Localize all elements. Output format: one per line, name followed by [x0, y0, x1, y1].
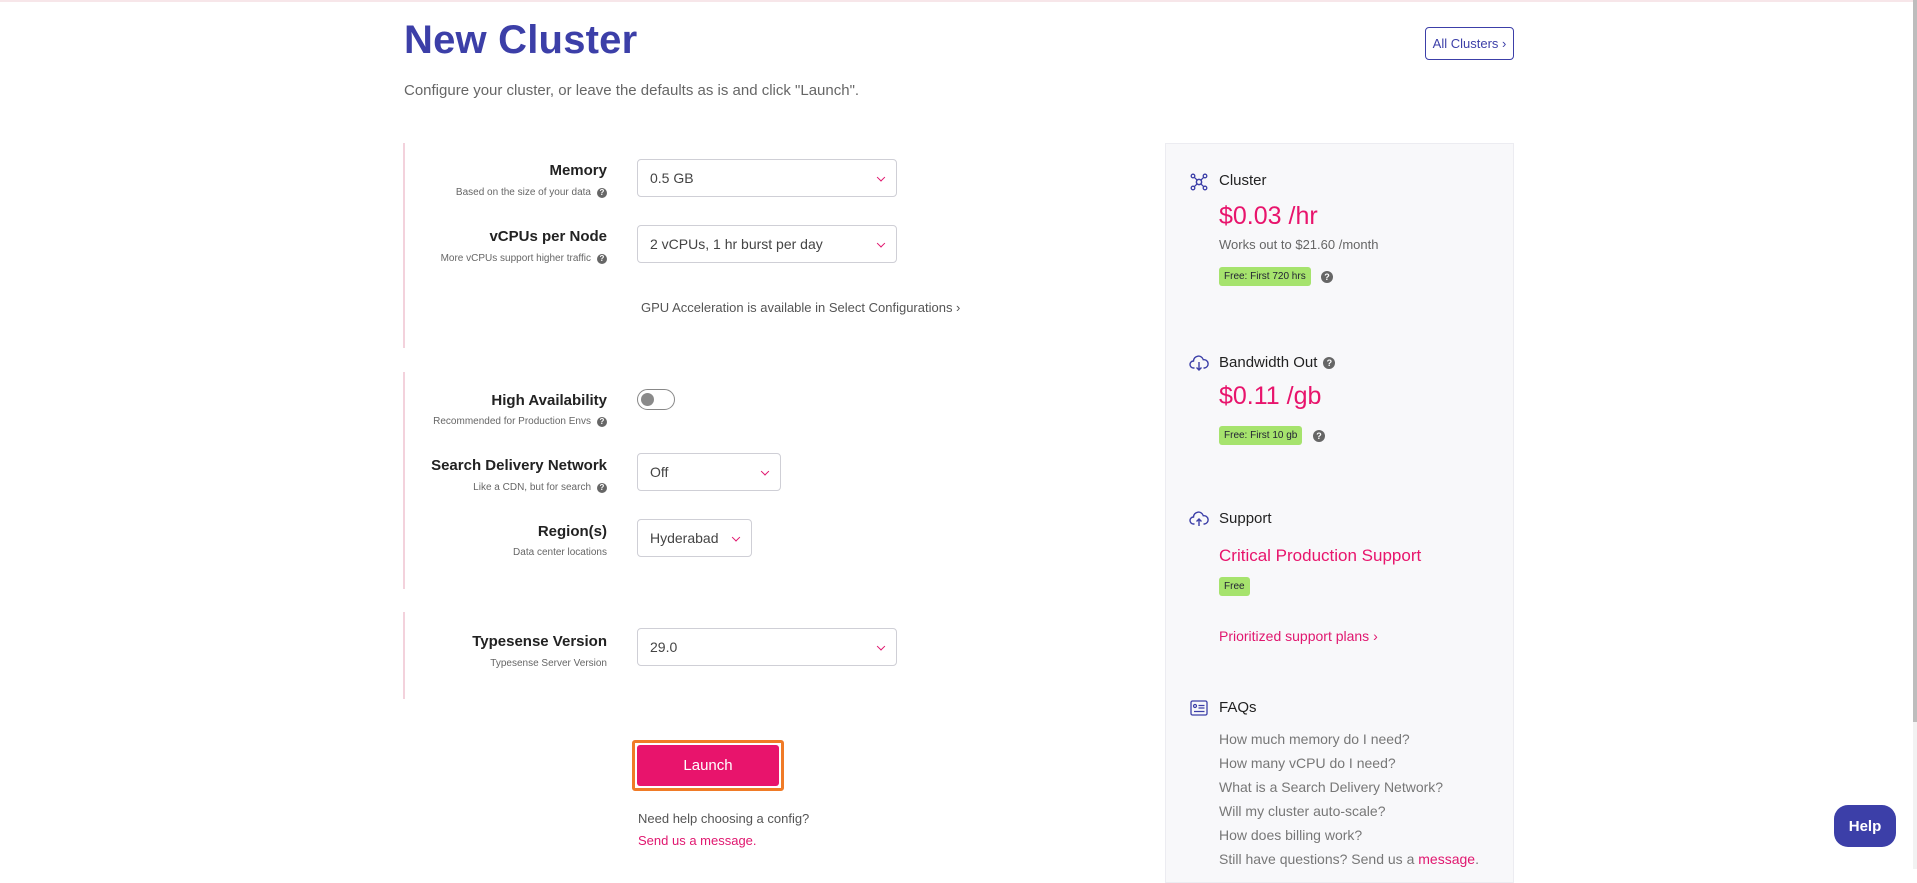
chevron-down-icon — [876, 173, 886, 182]
support-free-badge: Free — [1219, 577, 1250, 596]
all-clusters-button[interactable]: All Clusters › — [1425, 27, 1514, 60]
help-icon[interactable]: ? — [597, 253, 607, 264]
help-icon[interactable]: ? — [1321, 271, 1333, 283]
page-title: New Cluster — [404, 18, 638, 62]
faq-link[interactable]: How much memory do I need? — [1219, 731, 1410, 747]
faq-icon — [1190, 700, 1208, 716]
cluster-monthly-price: Works out to $21.60 /month — [1219, 237, 1379, 252]
regions-select-value: Hyderabad — [650, 530, 719, 546]
need-help-text: Need help choosing a config? — [638, 811, 810, 826]
regions-label: Region(s) — [537, 523, 607, 540]
section-divider-network — [403, 372, 405, 589]
sdn-sublabel: Like a CDN, but for search ? — [473, 482, 607, 493]
regions-select[interactable]: Hyderabad — [637, 519, 752, 557]
cluster-heading: Cluster — [1219, 172, 1267, 189]
high-availability-toggle[interactable] — [637, 389, 675, 410]
sdn-select-value: Off — [650, 464, 669, 480]
faq-contact-line: Still have questions? Send us a message. — [1219, 851, 1479, 867]
chevron-down-icon — [876, 642, 886, 651]
high-availability-label: High Availability — [491, 392, 607, 409]
faq-link[interactable]: How many vCPU do I need? — [1219, 755, 1396, 771]
top-border — [0, 0, 1917, 2]
version-sublabel: Typesense Server Version — [490, 658, 607, 669]
faq-link[interactable]: Will my cluster auto-scale? — [1219, 803, 1386, 819]
prioritized-support-link[interactable]: Prioritized support plans › — [1219, 628, 1378, 644]
faqs-heading: FAQs — [1219, 699, 1257, 716]
support-plan-name: Critical Production Support — [1219, 546, 1422, 565]
chevron-down-icon — [731, 533, 741, 542]
support-cloud-icon — [1189, 511, 1209, 526]
bandwidth-heading: Bandwidth Out ? — [1219, 354, 1336, 371]
toggle-knob — [641, 393, 654, 406]
help-icon[interactable]: ? — [1323, 356, 1336, 369]
cluster-icon — [1190, 173, 1208, 191]
vcpus-select[interactable]: 2 vCPUs, 1 hr burst per day — [637, 225, 897, 263]
vcpus-label: vCPUs per Node — [489, 228, 607, 245]
launch-button[interactable]: Launch — [637, 745, 779, 786]
cluster-free-badge: Free: First 720 hrs — [1219, 267, 1311, 286]
bandwidth-free-badge: Free: First 10 gb — [1219, 426, 1303, 445]
memory-label: Memory — [549, 162, 607, 179]
support-heading: Support — [1219, 510, 1272, 527]
send-message-link[interactable]: Send us a message. — [638, 833, 757, 848]
section-divider-compute — [403, 143, 405, 348]
vcpus-select-value: 2 vCPUs, 1 hr burst per day — [650, 236, 823, 252]
cloud-download-icon — [1189, 355, 1209, 371]
version-select-value: 29.0 — [650, 639, 678, 655]
help-icon[interactable]: ? — [597, 416, 607, 427]
help-icon[interactable]: ? — [597, 482, 607, 493]
help-icon[interactable]: ? — [1313, 430, 1325, 442]
chevron-down-icon — [876, 239, 886, 248]
faq-link[interactable]: How does billing work? — [1219, 827, 1362, 843]
version-label: Typesense Version — [472, 633, 607, 650]
faq-link[interactable]: What is a Search Delivery Network? — [1219, 779, 1443, 795]
memory-select[interactable]: 0.5 GB — [637, 159, 897, 197]
chevron-down-icon — [760, 467, 770, 476]
gpu-acceleration-link[interactable]: GPU Acceleration is available in Select … — [641, 300, 960, 315]
vcpus-sublabel: More vCPUs support higher traffic ? — [441, 253, 607, 264]
help-widget-button[interactable]: Help — [1834, 805, 1896, 847]
version-select[interactable]: 29.0 — [637, 628, 897, 666]
section-divider-version — [403, 612, 405, 699]
page-subtitle: Configure your cluster, or leave the def… — [404, 82, 860, 99]
memory-sublabel: Based on the size of your data ? — [456, 187, 607, 198]
new-cluster-page: New Cluster Configure your cluster, or l… — [0, 0, 1917, 883]
pricing-panel — [1165, 143, 1514, 883]
regions-sublabel: Data center locations — [513, 547, 607, 558]
bandwidth-price: $0.11 /gb — [1219, 382, 1322, 410]
faq-message-link[interactable]: message — [1418, 851, 1475, 867]
help-icon[interactable]: ? — [597, 187, 607, 198]
scrollbar-thumb[interactable] — [1913, 0, 1917, 722]
sdn-label: Search Delivery Network — [431, 457, 607, 474]
high-availability-sublabel: Recommended for Production Envs ? — [433, 416, 607, 427]
sdn-select[interactable]: Off — [637, 453, 781, 491]
cluster-price: $0.03 /hr — [1219, 202, 1318, 230]
memory-select-value: 0.5 GB — [650, 170, 694, 186]
